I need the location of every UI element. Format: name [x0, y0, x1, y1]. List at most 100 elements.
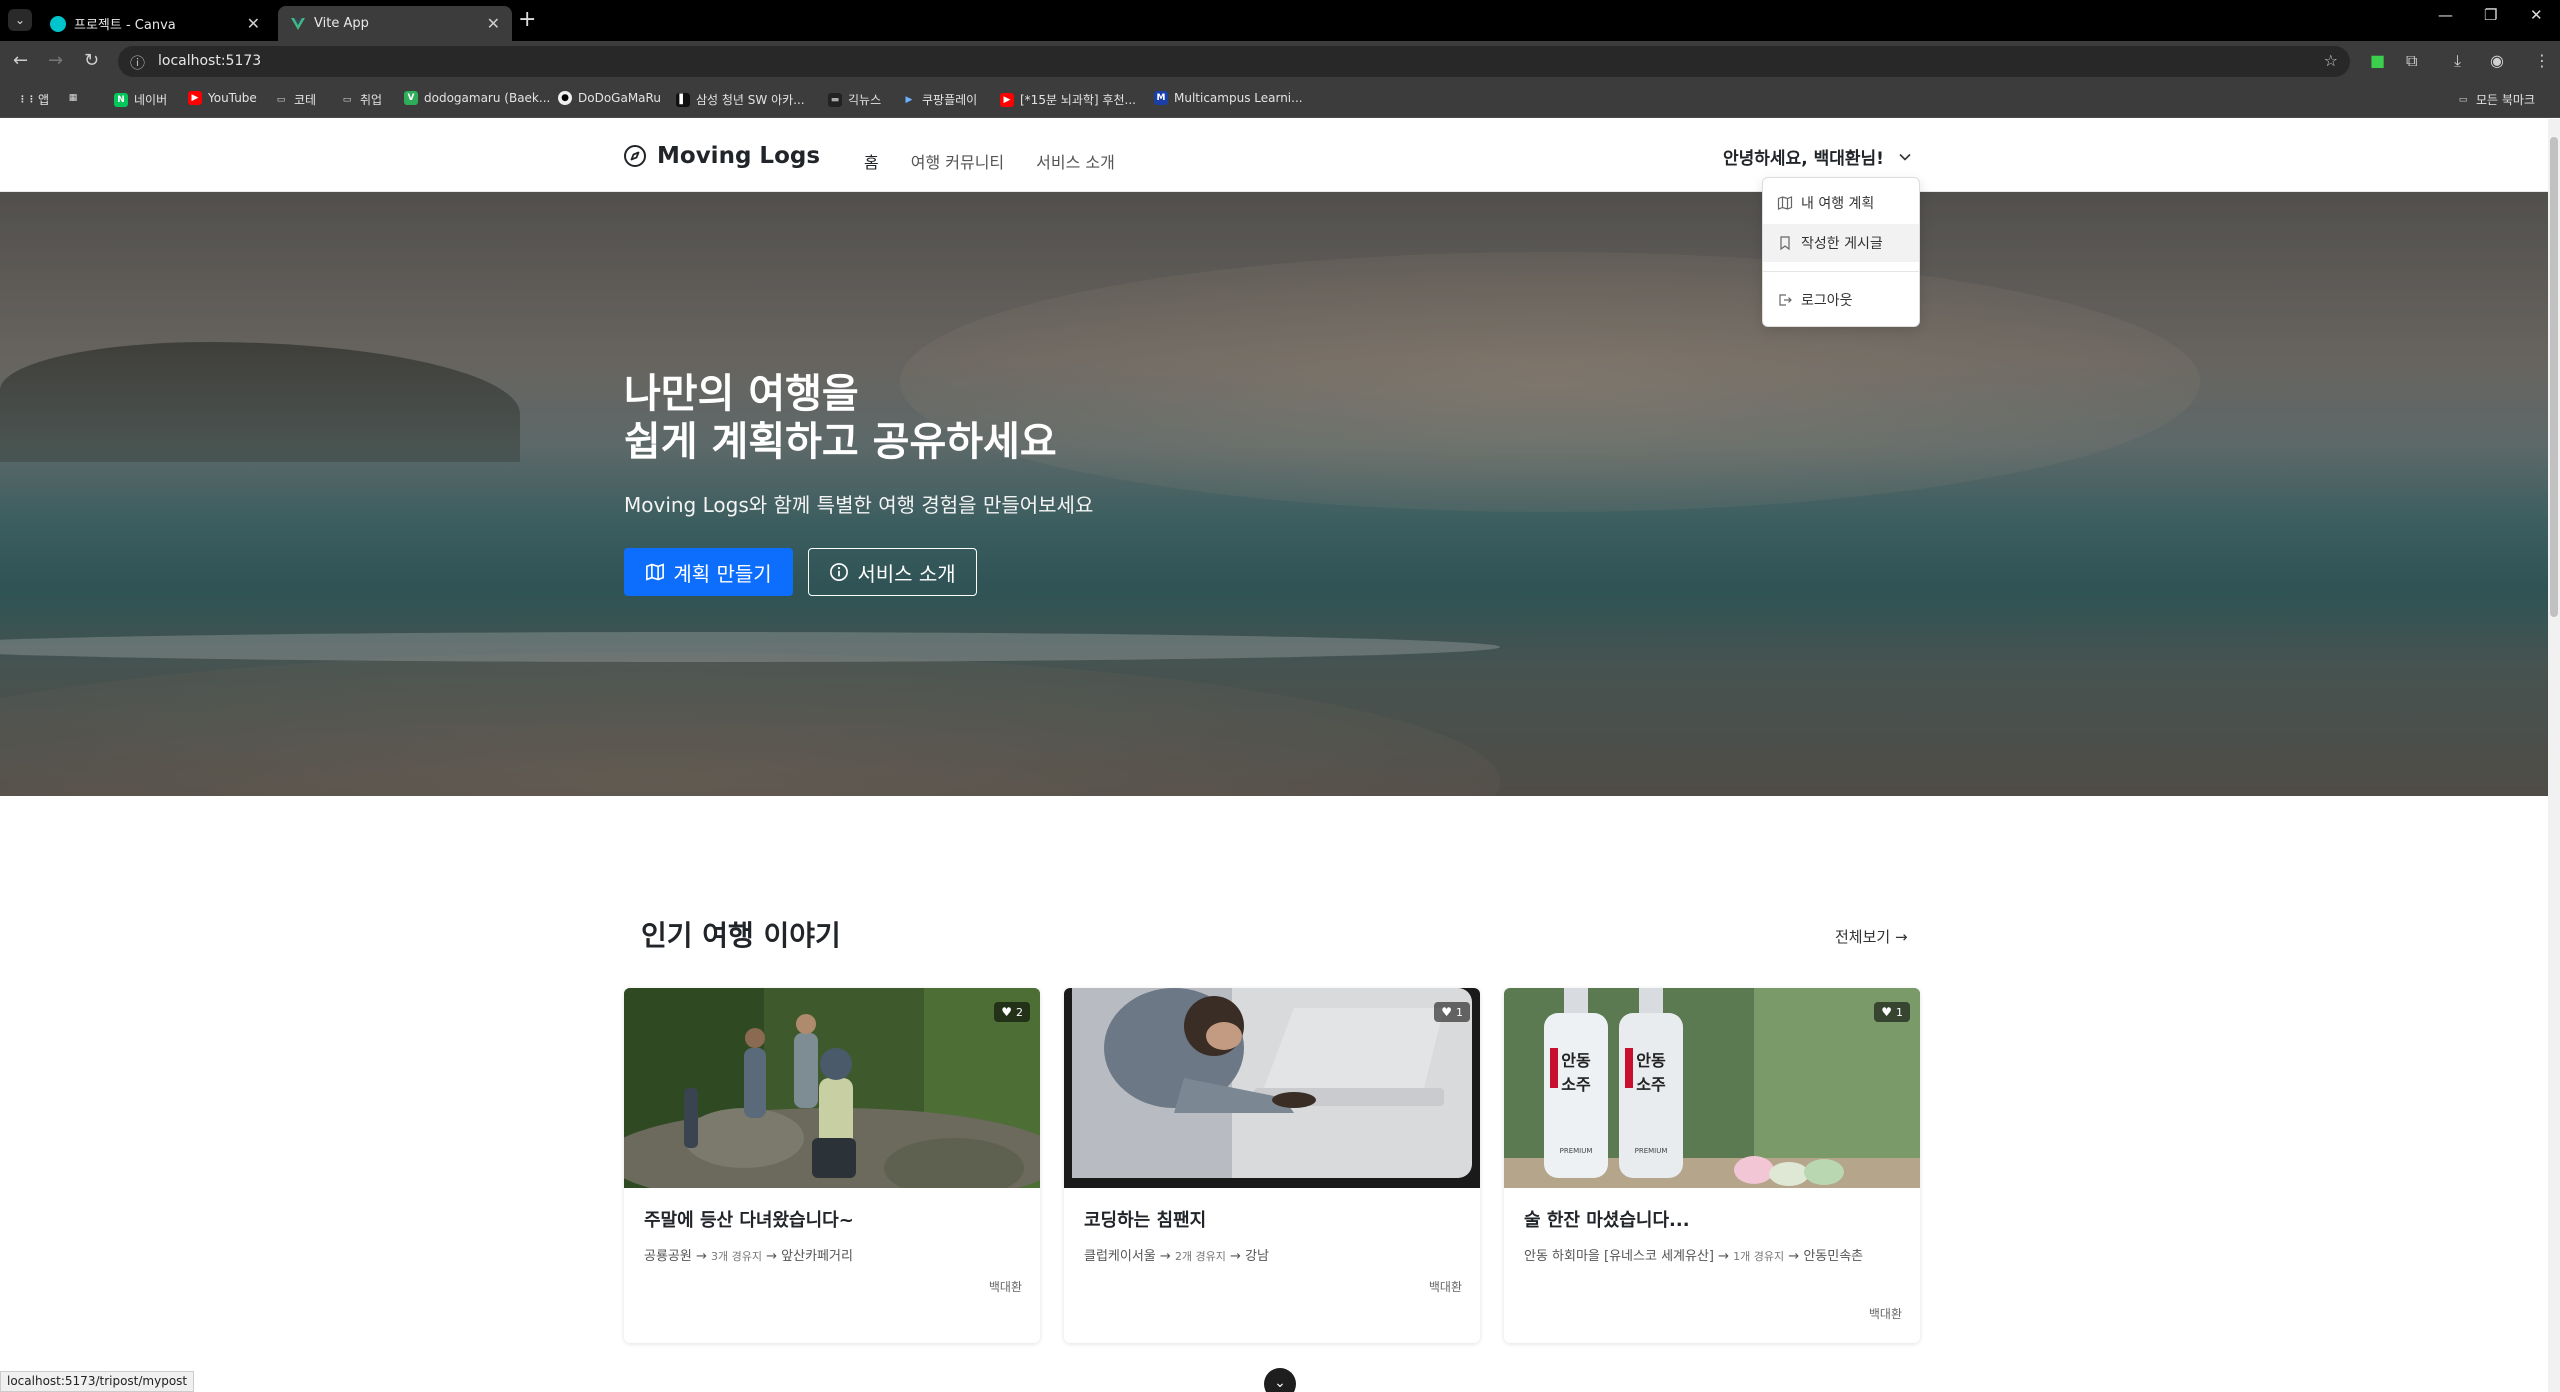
- close-tab-icon[interactable]: ✕: [247, 14, 260, 33]
- restore-icon[interactable]: ❐: [2484, 6, 2497, 24]
- reload-icon[interactable]: ↻: [84, 50, 99, 72]
- section-title: 인기 여행 이야기: [641, 919, 841, 952]
- scrollbar-thumb[interactable]: [2550, 137, 2558, 617]
- menu-item-my-posts[interactable]: 작성한 게시글: [1763, 224, 1919, 262]
- bookmark-icon: [1780, 236, 1790, 251]
- soju-label-text: PREMIUM: [1560, 1147, 1593, 1155]
- heart-icon: ♥: [1001, 1005, 1012, 1019]
- folder-icon: ▭: [2458, 94, 2468, 105]
- bookmark-folder-cote[interactable]: ▭ 코테: [274, 91, 316, 108]
- card-route: 공룡공원 → 3개 경유지 → 앞산카페거리: [644, 1249, 853, 1264]
- bookmark-folder-job[interactable]: ▭ 취업: [340, 91, 382, 108]
- brand-logo[interactable]: Moving Logs: [623, 143, 820, 169]
- minimize-icon[interactable]: —: [2438, 6, 2453, 24]
- story-card[interactable]: ♥ 1 코딩하는 침팬지 클럽케이서울 → 2개 경유지 → 강남 백대환: [1064, 988, 1480, 1343]
- velog-icon: V: [404, 91, 418, 105]
- bookmark-ssafy[interactable]: ▌ 삼성 청년 SW 아카...: [676, 91, 805, 108]
- link-status-bar: localhost:5173/tripost/mypost: [0, 1371, 195, 1392]
- apps-grid-icon: ⋮⋮: [18, 94, 36, 105]
- site-info-icon[interactable]: ⓘ: [130, 52, 145, 73]
- youtube-icon: ▶: [1000, 92, 1014, 107]
- browser-tab-canva[interactable]: 프로젝트 - Canva ✕: [38, 6, 272, 41]
- browser-tab-vite[interactable]: Vite App ✕: [278, 6, 512, 41]
- heart-icon: ♥: [1881, 1005, 1892, 1019]
- close-tab-icon[interactable]: ✕: [487, 14, 500, 33]
- see-all-link[interactable]: 전체보기 →: [1835, 926, 1908, 947]
- card-route: 클럽케이서울 → 2개 경유지 → 강남: [1084, 1249, 1270, 1264]
- browser-tab-bar: ⌄ 프로젝트 - Canva ✕ Vite App ✕ + — ❐ ✕: [0, 0, 2560, 41]
- card-title: 주말에 등산 다녀왔습니다~: [644, 1210, 854, 1231]
- download-icon[interactable]: ⤓: [2454, 51, 2461, 71]
- card-author: 백대환: [988, 1280, 1022, 1294]
- bookmark-coupangplay[interactable]: ▶ 쿠팡플레이: [902, 91, 978, 108]
- bookmark-brain-science[interactable]: ▶ [*15분 뇌과학] 후천...: [1000, 91, 1136, 108]
- bookmark-apps[interactable]: ⋮⋮ 앱: [18, 91, 49, 108]
- ssafy-icon: ▌: [676, 92, 690, 107]
- profile-icon[interactable]: ◉: [2490, 51, 2504, 70]
- scroll-down-button[interactable]: ⌄: [1264, 1368, 1296, 1392]
- card-title: 술 한잔 마셨습니다...: [1524, 1210, 1690, 1231]
- url-text: localhost:5173: [158, 53, 262, 69]
- menu-item-my-trips[interactable]: 내 여행 계획: [1763, 184, 1919, 222]
- soju-label-text: PREMIUM: [1635, 1147, 1668, 1155]
- nav-links: 홈 여행 커뮤니티 서비스 소개: [864, 149, 1147, 173]
- geeknews-icon: ▬: [828, 92, 842, 107]
- menu-divider: [1763, 271, 1919, 272]
- map-icon: [1777, 196, 1793, 210]
- info-icon: [830, 563, 849, 581]
- forward-arrow-icon[interactable]: →: [48, 50, 63, 72]
- bookmark-naver[interactable]: N 네이버: [114, 91, 167, 108]
- menu-item-logout[interactable]: 로그아웃: [1763, 281, 1919, 319]
- chevron-down-icon: [1899, 153, 1911, 161]
- hero-section: 나만의 여행을 쉽게 계획하고 공유하세요 Moving Logs와 함께 특별…: [0, 192, 2548, 796]
- soju-label-text: 소주: [1636, 1075, 1666, 1094]
- bookmark-youtube[interactable]: ▶ YouTube: [188, 91, 257, 105]
- soju-label-text: 안동: [1561, 1051, 1591, 1070]
- more-menu-icon[interactable]: ⋮: [2534, 51, 2550, 70]
- story-card[interactable]: ♥ 2 주말에 등산 다녀왔습니다~ 공룡공원 → 3개 경유지 → 앞산카페거리…: [624, 988, 1040, 1343]
- about-service-button[interactable]: 서비스 소개: [808, 548, 977, 596]
- site-navbar: Moving Logs 홈 여행 커뮤니티 서비스 소개 안녕하세요, 백대환님…: [0, 119, 2548, 192]
- folder-icon: ▭: [342, 94, 352, 105]
- story-card[interactable]: 안동 소주 안동 소주 PREMIUM PREMIUM ♥ 1 술 한잔 마셨습니…: [1504, 988, 1920, 1343]
- card-thumbnail-chimpanzee: ♥ 1: [1064, 988, 1480, 1188]
- multicampus-icon: M: [1154, 91, 1168, 105]
- greeting-text: 안녕하세요, 백대환님!: [1723, 149, 1884, 169]
- logout-icon: [1779, 294, 1792, 306]
- tab-search-button[interactable]: ⌄: [8, 9, 32, 31]
- heart-icon: ♥: [1441, 1005, 1452, 1019]
- create-plan-button[interactable]: 계획 만들기: [624, 548, 793, 596]
- bookmark-grid[interactable]: ▦: [66, 91, 86, 105]
- bookmark-star-icon[interactable]: ☆: [2324, 51, 2338, 70]
- puzzle-extensions-icon[interactable]: ⧉: [2406, 51, 2417, 71]
- soju-label-text: 안동: [1636, 1051, 1666, 1070]
- bookmarks-bar: ⋮⋮ 앱 ▦ N 네이버 ▶ YouTube ▭ 코테 ▭ 취업 Vdodogamaru …: [0, 82, 2560, 118]
- like-count-badge: ♥ 1: [1434, 1002, 1470, 1022]
- page-scrollbar[interactable]: [2548, 119, 2560, 1392]
- bookmark-github[interactable]: ● DoDoGaMaRu: [558, 91, 661, 105]
- tab-title: 프로젝트 - Canva: [74, 18, 176, 33]
- vue-favicon-icon: [290, 16, 306, 32]
- bookmark-dodogamaru[interactable]: Vdodogamaru (Baek...: [404, 91, 550, 105]
- new-tab-button[interactable]: +: [518, 8, 536, 32]
- card-author: 백대환: [1428, 1280, 1462, 1294]
- user-menu-toggle[interactable]: 안녕하세요, 백대환님!: [1723, 144, 1912, 169]
- all-bookmarks[interactable]: ▭ 모든 북마크: [2456, 91, 2535, 108]
- window-close-icon[interactable]: ✕: [2530, 6, 2543, 24]
- back-arrow-icon[interactable]: ←: [13, 50, 28, 72]
- card-author: 백대환: [1868, 1307, 1902, 1321]
- extension-icon[interactable]: ■: [2370, 51, 2385, 70]
- card-thumbnail-hiking: ♥ 2: [624, 988, 1040, 1188]
- chevron-down-icon: ⌄: [1274, 1375, 1286, 1391]
- bookmark-geeknews[interactable]: ▬ 긱뉴스: [828, 91, 881, 108]
- canva-favicon-icon: [50, 15, 66, 32]
- brand-name: Moving Logs: [657, 143, 821, 169]
- bookmark-multicampus[interactable]: M Multicampus Learni...: [1154, 91, 1303, 105]
- nav-link-home[interactable]: 홈: [864, 149, 879, 173]
- nav-link-about[interactable]: 서비스 소개: [1036, 149, 1115, 173]
- github-icon: ●: [558, 91, 572, 105]
- nav-link-community[interactable]: 여행 커뮤니티: [911, 149, 1004, 173]
- address-bar[interactable]: ⓘ localhost:5173 ☆: [118, 46, 2350, 77]
- folder-icon: ▭: [276, 94, 286, 105]
- card-thumbnail-soju: 안동 소주 안동 소주 PREMIUM PREMIUM ♥ 1: [1504, 988, 1920, 1188]
